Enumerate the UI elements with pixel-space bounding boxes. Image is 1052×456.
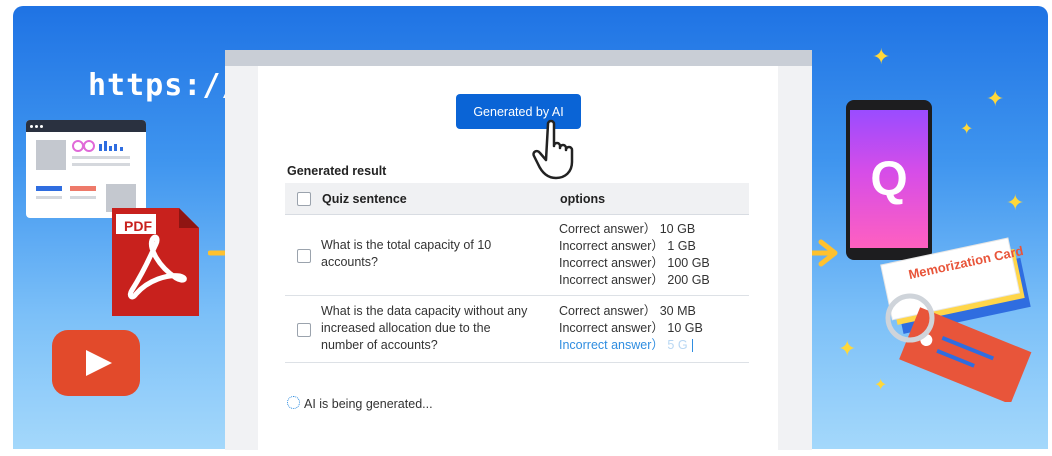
row-checkbox[interactable] [297,249,311,263]
sparkle-icon: ✦ [1006,190,1025,215]
browser-page-icon [26,120,146,218]
sparkle-icon: ✦ [986,86,1005,111]
table-row[interactable]: What is the data capacity without any in… [285,296,749,363]
table-row[interactable]: What is the total capacity of 10 account… [285,215,749,296]
option-item: Incorrect answer） 100 GB [559,256,710,270]
option-item: Incorrect answer） 200 GB [559,273,710,287]
options-list: Correct answer） 10 GB Incorrect answer） … [559,221,749,289]
pdf-label: PDF [124,218,152,234]
url-label: https:// [88,68,241,103]
quiz-sentence: What is the data capacity without any in… [321,304,528,352]
option-item: Incorrect answer） 10 GB [559,321,703,335]
sparkle-icon: ✦ [960,121,974,138]
column-header-options: options [560,192,606,206]
pointer-hand-icon [532,119,574,180]
option-item: Incorrect answer） 1 GB [559,239,696,253]
options-list: Correct answer） 30 MB Incorrect answer） … [559,303,749,354]
generation-status: AI is being generated... [287,396,433,411]
column-header-quiz-sentence: Quiz sentence [322,192,407,206]
table-header: Quiz sentence options [285,183,749,215]
text-cursor [691,339,693,353]
generated-result-title: Generated result [287,164,387,178]
quiz-sentence: What is the total capacity of 10 account… [321,238,492,269]
select-all-checkbox[interactable] [297,192,311,206]
phone-screen: Q [850,110,928,248]
sparkle-icon: ✦ [838,336,857,361]
quiz-table: Quiz sentence options What is the total … [285,183,749,363]
loading-spinner-icon [287,396,300,409]
sparkle-icon: ✦ [872,44,891,69]
youtube-play-icon [52,330,140,396]
option-item-streaming: Incorrect answer） 5 G [559,337,749,354]
row-checkbox[interactable] [297,323,311,337]
option-item: Correct answer） 10 GB [559,222,696,236]
option-item: Correct answer） 30 MB [559,304,696,318]
sparkle-icon: ✦ [874,377,888,394]
